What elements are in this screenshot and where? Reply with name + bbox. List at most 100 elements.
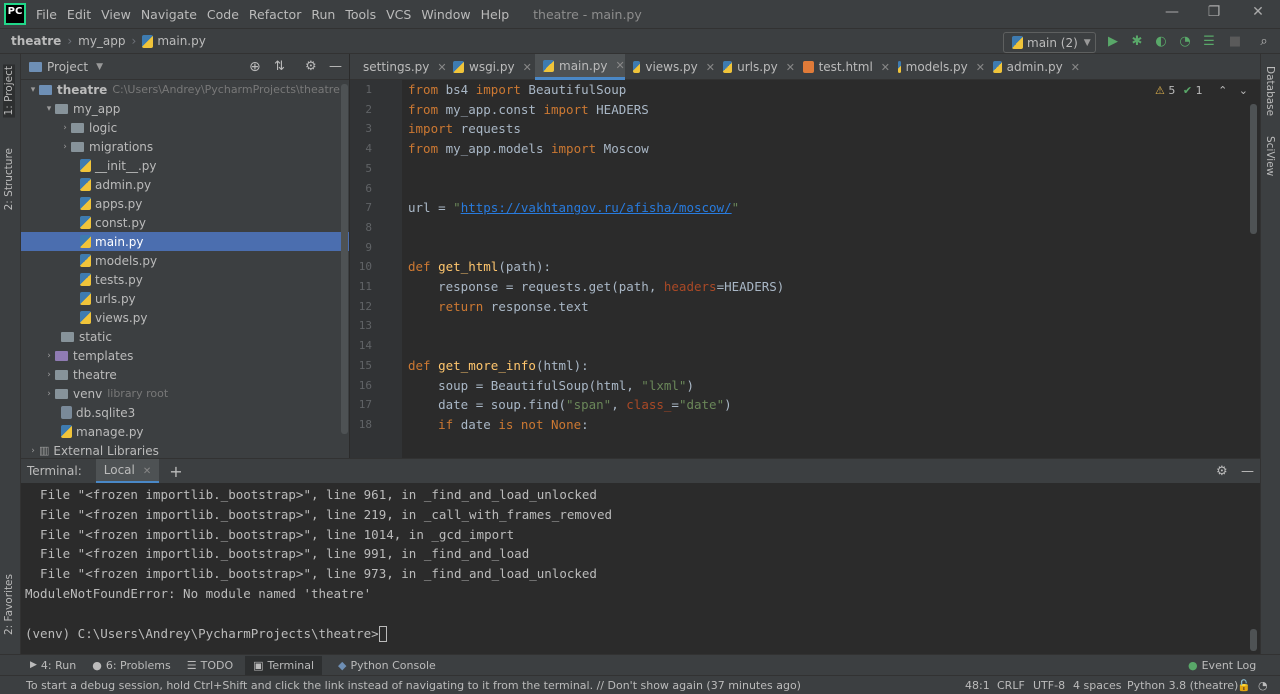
tree-row[interactable]: › migrations: [21, 137, 349, 156]
chevron-down-icon[interactable]: ⌄: [1239, 84, 1248, 97]
close-icon[interactable]: ✕: [706, 61, 715, 74]
hide-icon[interactable]: —: [329, 59, 342, 74]
indent-setting[interactable]: 4 spaces: [1073, 679, 1122, 692]
file-encoding[interactable]: UTF-8: [1033, 679, 1065, 692]
menu-help[interactable]: Help: [481, 7, 510, 22]
tree-label: External Libraries: [53, 443, 159, 458]
tab-test-html[interactable]: test.html ✕: [795, 54, 890, 80]
tab-urls[interactable]: urls.py ✕: [715, 54, 795, 80]
project-panel-title[interactable]: Project: [47, 60, 88, 74]
debug-icon[interactable]: ✱: [1129, 34, 1145, 50]
status-message[interactable]: To start a debug session, hold Ctrl+Shif…: [26, 679, 801, 692]
tool-tab-python-console[interactable]: ◆ Python Console: [338, 659, 436, 672]
tree-row[interactable]: ▾ theatre C:\Users\Andrey\PycharmProjects\…: [21, 80, 349, 99]
menu-file[interactable]: File: [36, 7, 57, 22]
collapse-all-icon[interactable]: ⇅: [274, 59, 285, 74]
notifications-icon[interactable]: ◔: [1258, 679, 1268, 692]
close-icon[interactable]: ✕: [786, 61, 795, 74]
chevron-down-icon[interactable]: ▼: [96, 62, 103, 72]
tool-tab-todo[interactable]: ☰ TODO: [187, 659, 233, 672]
menu-refactor[interactable]: Refactor: [249, 7, 301, 22]
tab-wsgi[interactable]: wsgi.py ✕: [445, 54, 535, 80]
tree-row[interactable]: › logic: [21, 118, 349, 137]
tool-tab-problems[interactable]: ● 6: Problems: [92, 659, 171, 672]
tree-row[interactable]: views.py: [21, 308, 349, 327]
tree-row[interactable]: admin.py: [21, 175, 349, 194]
tree-row[interactable]: const.py: [21, 213, 349, 232]
locate-icon[interactable]: ⊕: [249, 59, 261, 75]
gear-icon[interactable]: ⚙: [305, 59, 317, 74]
menu-tools[interactable]: Tools: [345, 7, 376, 22]
tree-row[interactable]: › theatre: [21, 365, 349, 384]
terminal-output[interactable]: File "<frozen importlib._bootstrap>", li…: [25, 485, 1245, 653]
tree-row[interactable]: › templates: [21, 346, 349, 365]
tab-settings[interactable]: settings.py ✕: [350, 54, 447, 80]
tree-row[interactable]: models.py: [21, 251, 349, 270]
code-area[interactable]: from bs4 import BeautifulSoup from my_ap…: [408, 80, 1248, 458]
inspection-widget[interactable]: ⚠ 5 ✔ 1 ⌃ ⌄: [1155, 84, 1248, 97]
scrollbar[interactable]: [1250, 629, 1257, 651]
tab-views[interactable]: views.py ✕: [625, 54, 715, 80]
coverage-icon[interactable]: ◐: [1153, 34, 1169, 50]
close-icon[interactable]: ✕: [976, 61, 985, 74]
tool-tab-project[interactable]: 1: Project: [3, 64, 15, 118]
tree-row-selected[interactable]: main.py: [21, 232, 349, 251]
menu-window[interactable]: Window: [421, 7, 470, 22]
menu-navigate[interactable]: Navigate: [141, 7, 197, 22]
menu-vcs[interactable]: VCS: [386, 7, 411, 22]
menu-view[interactable]: View: [101, 7, 131, 22]
tree-row[interactable]: db.sqlite3: [21, 403, 349, 422]
run-icon[interactable]: ▶: [1105, 34, 1121, 50]
line-separator[interactable]: CRLF: [997, 679, 1025, 692]
tree-row[interactable]: ▾ my_app: [21, 99, 349, 118]
close-icon[interactable]: ✕: [143, 466, 151, 477]
stop-icon[interactable]: ■: [1227, 34, 1243, 50]
tool-tab-favorites[interactable]: 2: Favorites: [3, 574, 15, 635]
python-interpreter[interactable]: Python 3.8 (theatre): [1127, 679, 1238, 692]
profile-icon[interactable]: ◔: [1177, 34, 1193, 50]
menu-edit[interactable]: Edit: [67, 7, 91, 22]
lock-icon[interactable]: 🔓: [1237, 679, 1251, 692]
close-icon[interactable]: ✕: [881, 61, 890, 74]
tool-tab-sciview[interactable]: SciView: [1264, 136, 1276, 176]
tree-label: venv: [73, 386, 103, 401]
chevron-up-icon[interactable]: ⌃: [1218, 84, 1227, 97]
maximize-icon[interactable]: ❐: [1199, 4, 1229, 24]
tree-row[interactable]: static: [21, 327, 349, 346]
menu-run[interactable]: Run: [311, 7, 335, 22]
tool-tab-structure[interactable]: 2: Structure: [3, 148, 15, 210]
menu-code[interactable]: Code: [207, 7, 239, 22]
close-icon[interactable]: ✕: [523, 61, 532, 74]
search-icon[interactable]: ⌕: [1256, 34, 1272, 50]
scrollbar[interactable]: [1250, 104, 1257, 234]
tree-row[interactable]: __init__.py: [21, 156, 349, 175]
breadcrumb-file[interactable]: main.py: [157, 34, 206, 48]
gear-icon[interactable]: ⚙: [1216, 464, 1228, 479]
hide-icon[interactable]: —: [1241, 464, 1254, 479]
tool-tab-terminal[interactable]: ▣ Terminal: [245, 655, 323, 675]
tool-tab-database[interactable]: Database: [1264, 66, 1276, 116]
breadcrumb-project[interactable]: theatre: [11, 34, 61, 48]
run-configuration-select[interactable]: main (2) ▼: [1003, 32, 1096, 53]
tree-row[interactable]: › venv library root: [21, 384, 349, 403]
tab-models[interactable]: models.py ✕: [890, 54, 985, 80]
add-icon[interactable]: +: [169, 462, 182, 481]
tree-row[interactable]: apps.py: [21, 194, 349, 213]
event-log-button[interactable]: ● Event Log: [1188, 659, 1256, 672]
close-icon[interactable]: ✕: [1071, 61, 1080, 74]
build-icon[interactable]: ☰: [1201, 34, 1217, 50]
tool-tab-run[interactable]: ▶ 4: Run: [30, 659, 76, 672]
scrollbar[interactable]: [341, 84, 348, 434]
tree-row[interactable]: tests.py: [21, 270, 349, 289]
tab-main[interactable]: main.py ✕: [535, 54, 625, 80]
tree-label: migrations: [89, 139, 154, 154]
tree-row[interactable]: urls.py: [21, 289, 349, 308]
close-icon[interactable]: ✕: [1243, 4, 1273, 24]
close-icon[interactable]: ✕: [616, 59, 625, 72]
breadcrumb-folder[interactable]: my_app: [78, 34, 125, 48]
tab-admin[interactable]: admin.py ✕: [985, 54, 1080, 80]
caret-position[interactable]: 48:1: [965, 679, 990, 692]
tree-row[interactable]: manage.py: [21, 422, 349, 441]
terminal-tab-local[interactable]: Local ✕: [95, 459, 160, 483]
minimize-icon[interactable]: —: [1157, 4, 1187, 24]
